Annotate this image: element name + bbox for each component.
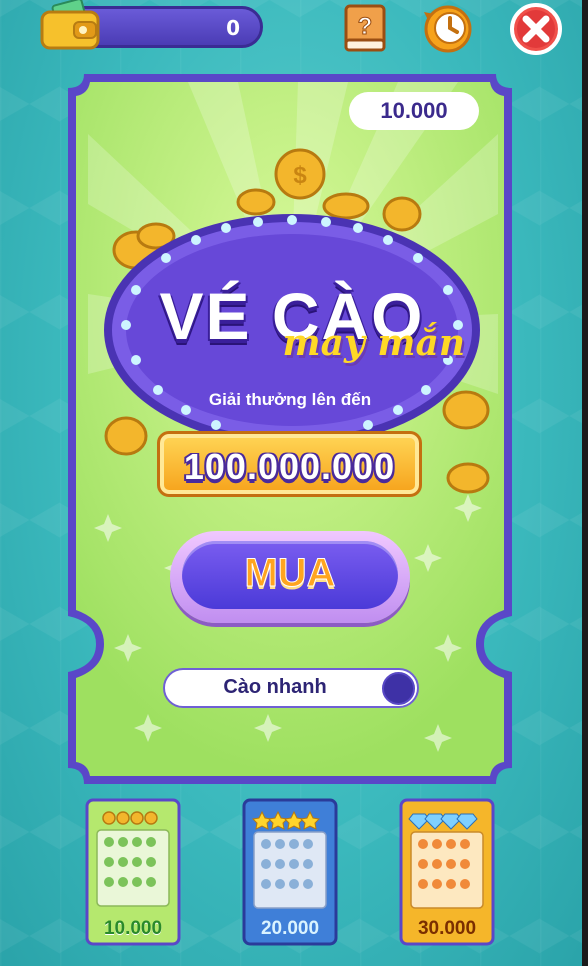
ticket-option-price: 20.000 xyxy=(260,918,320,939)
buy-button-face: MUA xyxy=(182,541,398,609)
help-button[interactable]: ? xyxy=(342,2,390,54)
prize-value: 100.000.000 xyxy=(183,446,396,487)
buy-button[interactable]: MUA xyxy=(170,531,410,623)
question-book-icon: ? xyxy=(344,4,386,52)
ticket-option-20000[interactable]: 20.000 xyxy=(242,798,338,946)
buy-button-label: MUA xyxy=(244,551,336,596)
ticket-option-30000[interactable]: 30.000 xyxy=(399,798,495,946)
svg-text:?: ? xyxy=(358,13,373,40)
close-button[interactable] xyxy=(508,2,564,56)
quick-scratch-label: Cào nhanh xyxy=(223,676,327,698)
screen-edge xyxy=(582,0,588,966)
wallet-icon xyxy=(38,0,100,52)
prize-box: 100.000.000 xyxy=(157,431,422,497)
quick-scratch-toggle[interactable]: Cào nhanh xyxy=(163,668,419,708)
ticket-option-10000[interactable]: 10.000 xyxy=(85,798,181,946)
wallet-balance-value: 0 xyxy=(226,16,240,40)
ticket-price-tag: 10.000 xyxy=(349,92,479,130)
history-button[interactable] xyxy=(420,2,476,56)
ticket-option-price: 30.000 xyxy=(417,918,477,939)
toggle-knob[interactable] xyxy=(382,672,415,705)
close-icon xyxy=(510,3,562,55)
clock-history-icon xyxy=(424,5,472,53)
ticket-subtitle: may mắn xyxy=(282,322,465,364)
svg-text:$: $ xyxy=(293,162,307,189)
ticket-option-price: 10.000 xyxy=(103,918,163,939)
prize-label: Giải thưởng lên đến xyxy=(208,390,372,409)
